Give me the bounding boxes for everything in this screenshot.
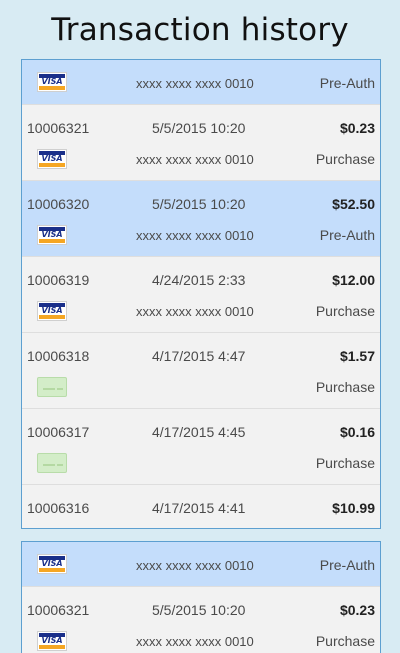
transaction-row[interactable]: 10006321 5/5/2015 10:20 $0.23 VISA xxxx … xyxy=(22,105,380,181)
transaction-type: Purchase xyxy=(315,633,375,649)
transaction-date: 5/5/2015 10:20 xyxy=(152,602,246,618)
visa-card-icon: VISA xyxy=(37,72,67,92)
transaction-id: 10006319 xyxy=(27,272,90,288)
transaction-type: Pre-Auth xyxy=(319,557,375,573)
transaction-type: Pre-Auth xyxy=(319,75,375,91)
transaction-amount: $10.99 xyxy=(332,500,375,516)
transaction-type: Pre-Auth xyxy=(319,227,375,243)
transaction-date: 4/17/2015 4:41 xyxy=(152,500,246,516)
visa-card-icon: VISA xyxy=(37,149,67,169)
card-mask: xxxx xxxx xxxx 0010 xyxy=(136,558,254,573)
transaction-list-secondary[interactable]: VISA xxxx xxxx xxxx 0010 Pre-Auth 100063… xyxy=(21,541,381,653)
transaction-amount: $0.23 xyxy=(339,120,375,136)
card-mask: xxxx xxxx xxxx 0010 xyxy=(136,76,254,91)
visa-card-icon: VISA xyxy=(37,225,67,245)
page-title: Transaction history xyxy=(51,12,349,48)
transaction-row[interactable]: 10006317 4/17/2015 4:45 $0.16 Purchase xyxy=(22,409,380,485)
card-mask: xxxx xxxx xxxx 0010 xyxy=(136,228,254,243)
transaction-id: 10006321 xyxy=(27,602,90,618)
transaction-amount: $0.16 xyxy=(339,424,375,440)
transaction-type: Purchase xyxy=(315,455,375,471)
transaction-amount: $12.00 xyxy=(332,272,375,288)
transaction-row[interactable]: 10006316 4/17/2015 4:41 $10.99 xyxy=(22,485,380,528)
gift-card-icon xyxy=(37,453,67,473)
transaction-type: Purchase xyxy=(315,379,375,395)
card-mask: xxxx xxxx xxxx 0010 xyxy=(136,304,254,319)
transaction-date: 5/5/2015 10:20 xyxy=(152,120,246,136)
transaction-id: 10006317 xyxy=(27,424,90,440)
preauth-row[interactable]: VISA xxxx xxxx xxxx 0010 Pre-Auth xyxy=(22,60,380,105)
transaction-amount: $52.50 xyxy=(332,196,375,212)
transaction-id: 10006316 xyxy=(27,500,90,516)
visa-card-icon: VISA xyxy=(37,554,67,574)
transaction-row[interactable]: 10006321 5/5/2015 10:20 $0.23 VISA xxxx … xyxy=(22,587,380,653)
visa-card-icon: VISA xyxy=(37,631,67,651)
visa-card-icon: VISA xyxy=(37,301,67,321)
transaction-date: 5/5/2015 10:20 xyxy=(152,196,246,212)
transaction-id: 10006321 xyxy=(27,120,90,136)
transaction-id: 10006318 xyxy=(27,348,90,364)
gift-card-icon xyxy=(37,377,67,397)
transaction-id: 10006320 xyxy=(27,196,90,212)
card-mask: xxxx xxxx xxxx 0010 xyxy=(136,152,254,167)
preauth-row[interactable]: VISA xxxx xxxx xxxx 0010 Pre-Auth xyxy=(22,542,380,587)
transaction-row[interactable]: 10006318 4/17/2015 4:47 $1.57 Purchase xyxy=(22,333,380,409)
transaction-list[interactable]: VISA xxxx xxxx xxxx 0010 Pre-Auth 100063… xyxy=(21,59,381,529)
transaction-type: Purchase xyxy=(315,303,375,319)
transaction-amount: $1.57 xyxy=(339,348,375,364)
transaction-type: Purchase xyxy=(315,151,375,167)
transaction-amount: $0.23 xyxy=(339,602,375,618)
transaction-date: 4/17/2015 4:47 xyxy=(152,348,246,364)
transaction-row[interactable]: 10006320 5/5/2015 10:20 $52.50 VISA xxxx… xyxy=(22,181,380,257)
transaction-row[interactable]: 10006319 4/24/2015 2:33 $12.00 VISA xxxx… xyxy=(22,257,380,333)
card-mask: xxxx xxxx xxxx 0010 xyxy=(136,634,254,649)
transaction-date: 4/24/2015 2:33 xyxy=(152,272,246,288)
transaction-date: 4/17/2015 4:45 xyxy=(152,424,246,440)
